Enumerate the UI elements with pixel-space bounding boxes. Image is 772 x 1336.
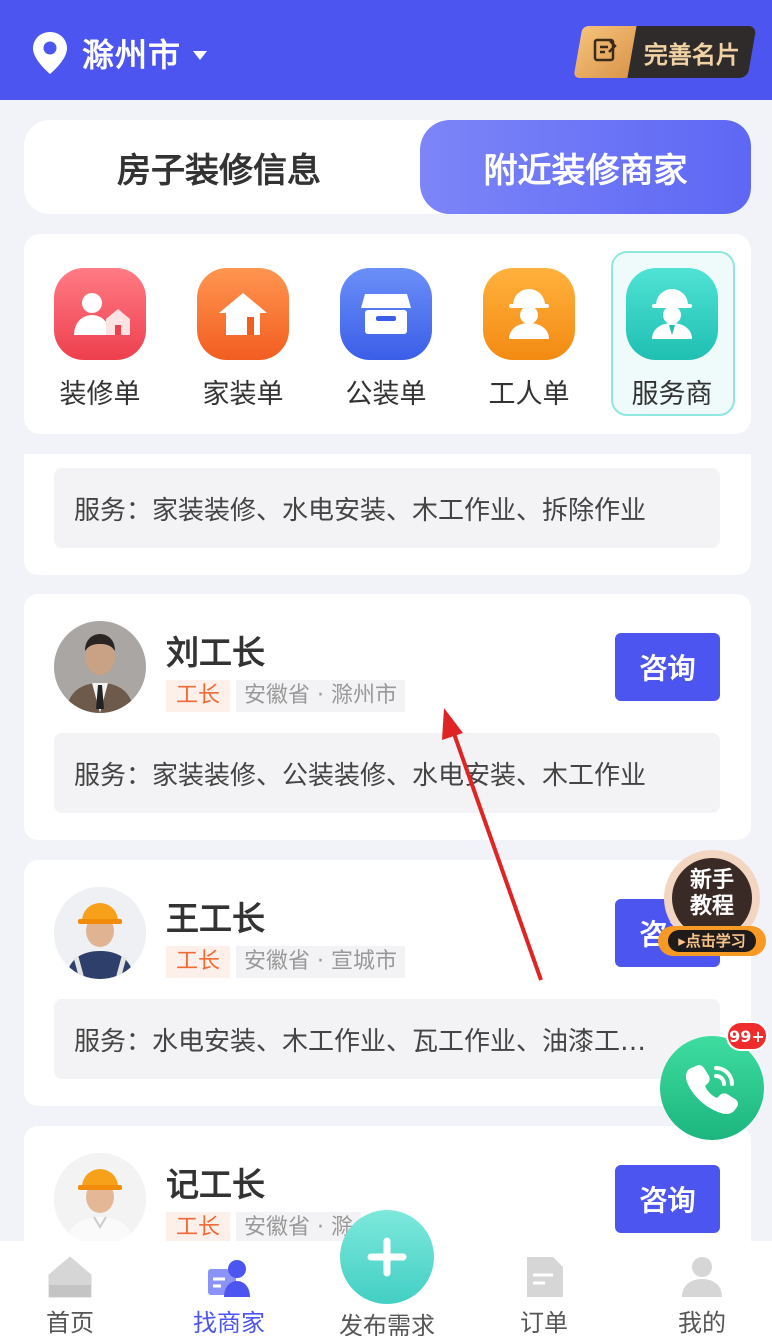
category-label: 工人单 [488, 379, 570, 410]
nav-find-merchant[interactable]: 找商家 [169, 1255, 289, 1336]
category-worker-order[interactable]: 工人单 [479, 268, 579, 411]
main-tabs: 房子装修信息 附近装修商家 [24, 120, 751, 214]
merchant-card[interactable]: 刘工长 工长 安徽省 · 滁州市 咨询 服务：家装装修、公装装修、水电安装、木工… [24, 594, 751, 840]
complete-card-button[interactable]: 完善名片 [573, 26, 757, 78]
avatar [54, 1153, 146, 1245]
phone-icon [685, 1064, 739, 1115]
nav-label: 我的 [678, 1309, 726, 1336]
category-label: 服务商 [631, 379, 713, 410]
category-office-decoration[interactable]: 公装单 [336, 268, 436, 411]
role-tag: 工长 [166, 1212, 231, 1244]
find-merchant-icon [208, 1260, 250, 1297]
decoration-order-icon [54, 268, 146, 360]
category-panel: 装修单 家装单 公装单 工人单 服务商 [24, 234, 751, 434]
service-list: 服务：家装装修、水电安装、木工作业、拆除作业 [54, 468, 720, 548]
nav-label: 找商家 [193, 1309, 265, 1336]
city-name: 滁州市 [82, 36, 182, 74]
consult-button[interactable]: 咨询 [615, 633, 720, 701]
avatar [54, 887, 146, 979]
category-label: 公装单 [345, 379, 427, 410]
merchant-name: 刘工长 [166, 633, 265, 672]
plus-icon [367, 1237, 407, 1277]
service-provider-icon [626, 268, 718, 360]
publish-label: 发布需求 [339, 1312, 435, 1336]
top-header: 滁州市 完善名片 [0, 0, 772, 100]
location-pin-icon [33, 32, 67, 74]
category-label: 装修单 [59, 379, 141, 410]
nav-label: 首页 [46, 1309, 94, 1336]
location-tag: 安徽省 · 滁州市 [236, 680, 405, 712]
nav-label: 订单 [520, 1309, 568, 1336]
home-icon [197, 268, 289, 360]
complete-card-label: 完善名片 [644, 40, 740, 69]
order-icon [527, 1257, 563, 1297]
phone-call-button[interactable] [660, 1036, 764, 1140]
merchant-name: 王工长 [166, 899, 265, 938]
merchant-card[interactable]: 王工长 工长 安徽省 · 宣城市 咨询 服务：水电安装、木工作业、瓦工作业、油漆… [24, 860, 751, 1106]
service-list: 服务：家装装修、公装装修、水电安装、木工作业 [54, 733, 720, 813]
tutorial-float-button[interactable]: 新手 教程 ▸点击学习 [654, 848, 768, 966]
tab-house-decoration-info[interactable]: 房子装修信息 [24, 120, 414, 214]
role-tag: 工长 [166, 680, 231, 712]
city-selector[interactable]: 滁州市 [30, 30, 208, 76]
consult-button[interactable]: 咨询 [615, 1165, 720, 1233]
tutorial-line-1: 新手 [689, 868, 734, 893]
edit-card-icon [573, 26, 637, 78]
user-icon [682, 1257, 722, 1297]
tutorial-cta: ▸点击学习 [678, 932, 746, 950]
store-icon [340, 268, 432, 360]
tab-nearby-merchants[interactable]: 附近装修商家 [420, 120, 751, 214]
category-service-provider[interactable]: 服务商 [622, 268, 722, 411]
notification-badge: 99+ [726, 1021, 768, 1051]
nav-orders[interactable]: 订单 [484, 1255, 604, 1336]
avatar [54, 621, 146, 713]
worker-icon [483, 268, 575, 360]
nav-profile[interactable]: 我的 [642, 1255, 762, 1336]
category-home-decoration[interactable]: 家装单 [193, 268, 293, 411]
category-label: 家装单 [202, 379, 284, 410]
merchant-card-partial[interactable]: 服务：家装装修、水电安装、木工作业、拆除作业 [24, 454, 751, 575]
service-list: 服务：水电安装、木工作业、瓦工作业、油漆工… [54, 999, 720, 1079]
chevron-down-icon [193, 50, 208, 60]
publish-button[interactable] [340, 1210, 434, 1304]
location-tag: 安徽省 · 宣城市 [236, 946, 405, 978]
merchant-name: 记工长 [166, 1165, 265, 1204]
home-icon [48, 1256, 92, 1298]
role-tag: 工长 [166, 946, 231, 978]
tutorial-line-2: 教程 [689, 894, 734, 919]
nav-home[interactable]: 首页 [10, 1255, 130, 1336]
category-decoration-order[interactable]: 装修单 [50, 268, 150, 411]
